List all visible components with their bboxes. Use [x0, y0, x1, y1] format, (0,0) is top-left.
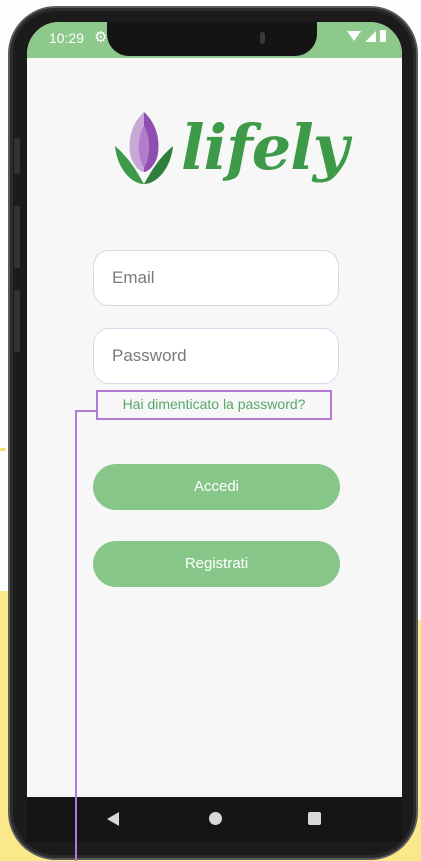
- navigation-bar: [27, 797, 402, 842]
- signal-icon: [365, 30, 376, 42]
- wifi-icon: [347, 31, 361, 41]
- app-logo: lifely: [109, 106, 349, 196]
- camera-icon: [260, 32, 265, 44]
- battery-icon: [380, 30, 386, 42]
- back-icon[interactable]: [107, 812, 119, 826]
- tulip-logo-icon: [115, 112, 173, 184]
- phone-volume-up-button: [14, 206, 20, 268]
- phone-side-button: [14, 138, 20, 174]
- callout-line-horizontal: [75, 410, 97, 412]
- status-time: 10:29: [49, 30, 85, 46]
- forgot-password-link[interactable]: Hai dimenticato la password?: [98, 392, 330, 418]
- camera-notch: [107, 22, 317, 56]
- recent-apps-icon[interactable]: [308, 812, 321, 825]
- gear-icon: ⚙: [94, 29, 108, 46]
- password-field[interactable]: [93, 328, 339, 384]
- phone-volume-down-button: [14, 290, 20, 352]
- forgot-password-highlight: Hai dimenticato la password?: [96, 390, 332, 420]
- email-field[interactable]: [93, 250, 339, 306]
- login-button[interactable]: Accedi: [93, 464, 340, 510]
- logo-wordmark: lifely: [181, 111, 349, 184]
- presentation-stage: 10:29 ⚙ lifely Hai dimenticato la passw: [0, 0, 421, 861]
- callout-line-vertical: [75, 410, 77, 861]
- register-button[interactable]: Registrati: [93, 541, 340, 587]
- status-icons: [347, 30, 386, 42]
- home-icon[interactable]: [209, 812, 222, 825]
